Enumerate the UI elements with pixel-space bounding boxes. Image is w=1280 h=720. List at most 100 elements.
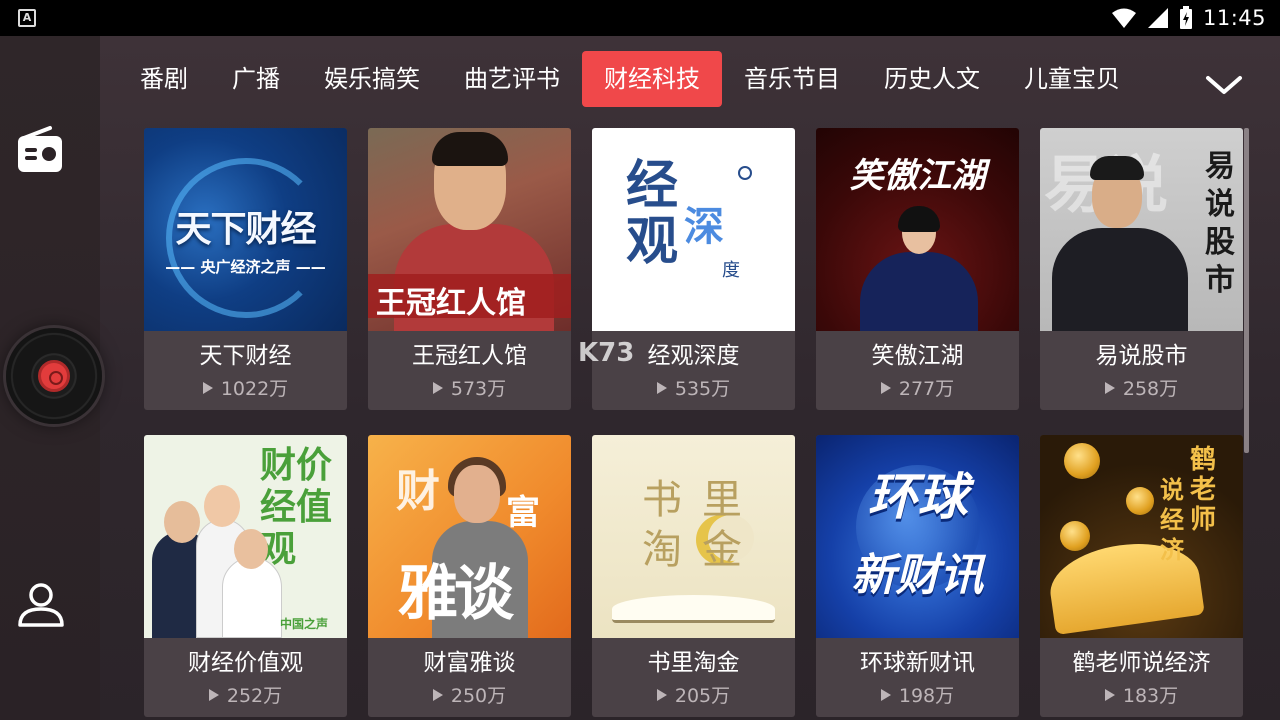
- program-cover: 书里淘金: [592, 435, 795, 638]
- cover-decoration: [738, 166, 752, 180]
- cover-title: 书里淘金: [642, 477, 762, 573]
- cover-title: 笑傲江湖: [849, 156, 986, 196]
- host-photo: [1052, 228, 1188, 331]
- scrollbar[interactable]: [1244, 128, 1249, 453]
- user-icon[interactable]: [16, 582, 66, 628]
- play-icon: [432, 382, 443, 394]
- program-cover: 财价经值观 中国之声: [144, 435, 347, 638]
- tab-yinyue[interactable]: 音乐节目: [722, 51, 862, 107]
- tab-caijing-active[interactable]: 财经科技: [582, 51, 722, 107]
- notification-app-icon: A: [18, 9, 36, 27]
- program-card[interactable]: 财价经值观 中国之声 财经价值观 252万: [144, 435, 347, 717]
- program-title: 王冠红人馆: [412, 343, 527, 369]
- play-count: 252万: [144, 681, 347, 708]
- program-cover: 鹤老师 说经济: [1040, 435, 1243, 638]
- play-icon: [432, 689, 443, 701]
- program-card[interactable]: 环球 新财讯 环球新财讯 198万: [816, 435, 1019, 717]
- status-bar: A 11:45: [0, 0, 1280, 36]
- record-disc-icon[interactable]: [6, 328, 102, 424]
- program-card[interactable]: 天下财经 —— 央广经济之声 —— 天下财经 1022万: [144, 128, 347, 410]
- tab-quyi[interactable]: 曲艺评书: [442, 51, 582, 107]
- program-title: 书里淘金: [647, 650, 740, 676]
- play-count: 1022万: [144, 374, 347, 401]
- play-icon: [656, 382, 667, 394]
- tab-fanju[interactable]: 番剧: [118, 51, 210, 107]
- program-card[interactable]: 王冠红人馆 王冠红人馆 573万: [368, 128, 571, 410]
- host-photo: [164, 501, 200, 543]
- program-cover: 天下财经 —— 央广经济之声 ——: [144, 128, 347, 331]
- play-icon: [1104, 382, 1115, 394]
- side-rail: [0, 36, 102, 720]
- program-title: 财富雅谈: [423, 650, 516, 676]
- disc-center: [38, 360, 70, 392]
- category-tabs: 番剧 广播 娱乐搞笑 曲艺评书 财经科技 音乐节目 历史人文 儿童宝贝: [118, 51, 1142, 107]
- program-card[interactable]: 鹤老师 说经济 鹤老师说经济 183万: [1040, 435, 1243, 717]
- play-icon: [208, 689, 219, 701]
- program-card[interactable]: 易说 易说股市 易说股市 258万: [1040, 128, 1243, 410]
- coin-icon: [1126, 487, 1154, 515]
- cover-title: 深: [684, 204, 724, 250]
- cover-title: 度: [722, 260, 740, 281]
- status-time: 11:45: [1202, 6, 1266, 30]
- program-card[interactable]: 书里淘金 书里淘金 205万: [592, 435, 795, 717]
- host-photo: [860, 252, 978, 331]
- cover-title: 说经济: [1160, 476, 1184, 564]
- tab-lishi[interactable]: 历史人文: [862, 51, 1002, 107]
- program-card[interactable]: 笑傲江湖 笑傲江湖 277万: [816, 128, 1019, 410]
- cover-title: 雅谈: [398, 559, 514, 629]
- cover-title: 新财讯: [851, 550, 984, 601]
- radio-icon[interactable]: [16, 124, 64, 174]
- program-title: 鹤老师说经济: [1072, 650, 1211, 676]
- cover-label: 王冠红人馆: [368, 274, 571, 321]
- cover-subtitle: —— 央广经济之声 ——: [165, 258, 326, 276]
- play-icon: [202, 382, 213, 394]
- play-icon: [880, 382, 891, 394]
- host-photo: [1090, 156, 1144, 180]
- cover-title: 经观: [626, 156, 679, 272]
- cover-title: 易说股市: [1205, 149, 1235, 298]
- play-count: 198万: [816, 681, 1019, 708]
- play-icon: [880, 689, 891, 701]
- program-cover: 经观 深 度: [592, 128, 795, 331]
- cover-title: 王冠红人馆: [376, 286, 526, 321]
- cover-title: 财价经值观: [260, 445, 333, 570]
- program-title: 天下财经: [199, 343, 292, 369]
- program-title: 财经价值观: [188, 650, 303, 676]
- cover-title: 鹤老师: [1190, 445, 1217, 535]
- play-icon: [1104, 689, 1115, 701]
- status-indicators: 11:45: [1111, 0, 1266, 36]
- play-count: 183万: [1040, 681, 1243, 708]
- tab-ertong[interactable]: 儿童宝贝: [1002, 51, 1142, 107]
- host-photo: [222, 557, 282, 638]
- host-photo: [898, 206, 940, 232]
- app-main: 番剧 广播 娱乐搞笑 曲艺评书 财经科技 音乐节目 历史人文 儿童宝贝 天下财经…: [0, 36, 1280, 720]
- program-title: 笑傲江湖: [871, 343, 964, 369]
- book-icon: [612, 595, 775, 623]
- play-count: 535万: [592, 374, 795, 401]
- cover-title: 富: [506, 493, 540, 533]
- play-icon: [656, 689, 667, 701]
- program-card[interactable]: 财 富 雅谈 财富雅谈 250万: [368, 435, 571, 717]
- battery-charging-icon: [1179, 6, 1192, 29]
- wifi-icon: [1111, 8, 1136, 28]
- program-cover: 王冠红人馆: [368, 128, 571, 331]
- cover-title: 天下财经: [175, 209, 316, 250]
- program-cover: 笑傲江湖: [816, 128, 1019, 331]
- play-count: 573万: [368, 374, 571, 401]
- host-photo: [204, 485, 240, 527]
- play-count: 205万: [592, 681, 795, 708]
- program-cover: 财 富 雅谈: [368, 435, 571, 638]
- cover-title: 环球: [867, 468, 968, 526]
- program-title: 环球新财讯: [860, 650, 975, 676]
- chevron-down-icon[interactable]: [1204, 72, 1244, 98]
- play-count: 258万: [1040, 374, 1243, 401]
- cover-title: 财: [396, 466, 440, 517]
- tab-yule[interactable]: 娱乐搞笑: [302, 51, 442, 107]
- coin-icon: [1060, 521, 1090, 551]
- play-count: 277万: [816, 374, 1019, 401]
- program-cover: 环球 新财讯: [816, 435, 1019, 638]
- watermark-logo: K73: [578, 338, 635, 368]
- tab-guangbo[interactable]: 广播: [210, 51, 302, 107]
- host-photo: [432, 132, 508, 166]
- host-photo: [454, 465, 500, 523]
